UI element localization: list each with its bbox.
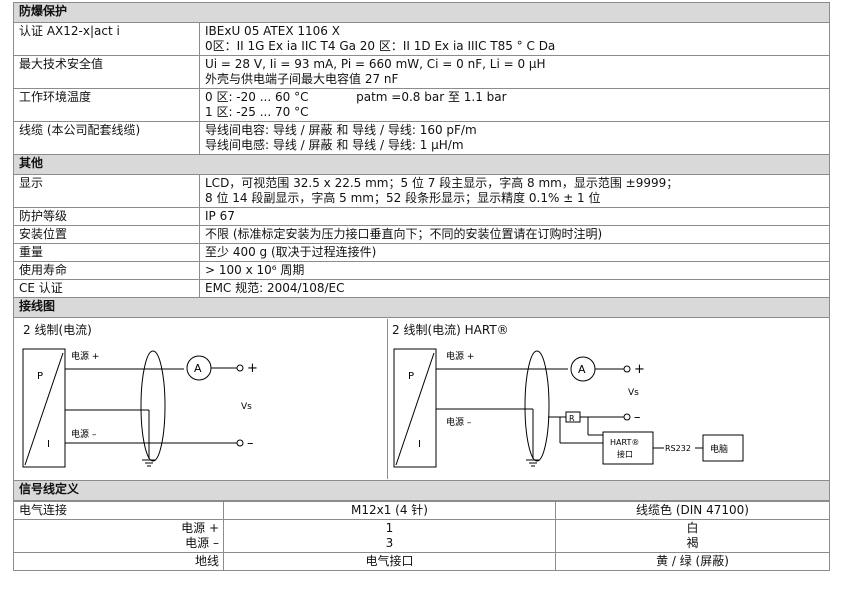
label-port: 接口 xyxy=(617,449,633,459)
ce-label: CE 认证 xyxy=(13,279,200,298)
label-vs: Vs xyxy=(241,402,252,412)
section-explosion: 防爆保护 xyxy=(13,2,830,23)
wiring-diagram-right: P I 电源 + 电源 – A + Vs R – HART® 接口 RS232 … xyxy=(393,348,744,468)
sig-row1-label-b: 电源 – xyxy=(185,536,219,550)
ip-value: IP 67 xyxy=(199,207,830,226)
diagram-left-title: 2 线制(电流) xyxy=(23,323,92,337)
diagram-2wire-hart: 2 线制(电流) HART® P I 电源 + 电源 – A + Vs R – … xyxy=(388,319,836,479)
section-signal: 信号线定义 xyxy=(13,480,830,501)
temp-patm: patm =0.8 bar 至 1.1 bar xyxy=(356,90,507,104)
label-pos-hart: 电源 + xyxy=(446,350,474,362)
temp-label: 工作环境温度 xyxy=(13,88,200,122)
display-label: 显示 xyxy=(13,174,200,208)
sig-row2-pin: 电气接口 xyxy=(223,552,556,571)
section-wiring: 接线图 xyxy=(13,297,830,318)
sig-row2-color: 黄 / 绿 (屏蔽) xyxy=(555,552,830,571)
sig-row1-pin-b: 3 xyxy=(385,536,394,550)
label-pos: 电源 + xyxy=(71,350,99,362)
label-minus: – xyxy=(247,436,254,451)
cert-label: 认证 AX12-x|act i xyxy=(13,22,200,56)
temp-line1: 0 区: -20 ... 60 °C xyxy=(205,90,309,104)
sig-row1-color-b: 褐 xyxy=(686,536,699,550)
cert-line1: IBExU 05 ATEX 1106 X xyxy=(205,24,340,38)
cert-line2: 0区：II 1G Ex ia IIC T4 Ga 20 区：II 1D Ex i… xyxy=(205,39,556,53)
label-a-hart: A xyxy=(578,363,586,376)
signal-table: 电气连接 M12x1 (4 针) 线缆色 (DIN 47100) 电源 + 电源 … xyxy=(13,501,830,571)
sig-row2-label: 地线 xyxy=(13,552,224,571)
ce-value: EMC 规范: 2004/108/EC xyxy=(199,279,830,298)
label-p: P xyxy=(37,371,43,382)
wiring-diagram-left: P I 电源 + 电源 – A + – Vs xyxy=(22,348,258,468)
label-a: A xyxy=(194,362,202,375)
spec-table: 防爆保护 认证 AX12-x|act i IBExU 05 ATEX 1106 … xyxy=(13,2,830,501)
label-vs-hart: Vs xyxy=(628,388,639,398)
sig-row1-label-a: 电源 + xyxy=(181,521,219,535)
hart-interface-box xyxy=(602,431,654,465)
temp-line2: 1 区: -25 ... 70 °C xyxy=(205,105,309,119)
weight-value: 至少 400 g (取决于过程连接件) xyxy=(199,243,830,262)
max-safety-label: 最大技术安全值 xyxy=(13,55,200,89)
display-line2: 8 位 14 段副显示，字高 5 mm；52 段条形显示；显示精度 0.1% ±… xyxy=(205,191,601,205)
label-neg-hart: 电源 – xyxy=(446,416,472,428)
life-label: 使用寿命 xyxy=(13,261,200,280)
max-safety-line1: Ui = 28 V, Ii = 93 mA, Pi = 660 mW, Ci =… xyxy=(205,57,546,71)
cable-line1: 导线间电容: 导线 / 屏蔽 和 导线 / 导线: 160 pF/m xyxy=(205,123,477,137)
datasheet-page: 防爆保护 认证 AX12-x|act i IBExU 05 ATEX 1106 … xyxy=(13,2,830,571)
label-r: R xyxy=(569,414,575,423)
label-pc: 电脑 xyxy=(710,443,728,455)
display-line1: LCD，可视范围 32.5 x 22.5 mm；5 位 7 段主显示，字高 8 … xyxy=(205,176,679,190)
label-neg: 电源 – xyxy=(71,428,97,440)
diagram-right-title: 2 线制(电流) HART® xyxy=(392,323,509,337)
mount-label: 安装位置 xyxy=(13,225,200,244)
sig-header-color: 线缆色 (DIN 47100) xyxy=(555,501,830,520)
cable-label: 线缆 (本公司配套线缆) xyxy=(13,121,200,155)
ip-label: 防护等级 xyxy=(13,207,200,226)
section-other: 其他 xyxy=(13,154,830,175)
sig-row1-pin-a: 1 xyxy=(385,521,394,535)
label-minus-hart: – xyxy=(634,410,641,425)
label-i: I xyxy=(47,439,50,450)
sig-header-conn: 电气连接 xyxy=(13,501,224,520)
max-safety-line2: 外壳与供电端子间最大电容值 27 nF xyxy=(205,72,399,86)
mount-value: 不限 (标准标定安装为压力接口垂直向下；不同的安装位置请在订购时注明) xyxy=(199,225,830,244)
label-rs232: RS232 xyxy=(665,444,691,453)
label-plus: + xyxy=(247,361,258,376)
diagram-2wire: 2 线制(电流) P I 电源 + 电源 – A + – Vs xyxy=(19,319,388,479)
life-value: > 100 x 10⁶ 周期 xyxy=(199,261,830,280)
label-i-hart: I xyxy=(418,439,421,450)
label-p-hart: P xyxy=(408,371,414,382)
label-plus-hart: + xyxy=(634,362,645,377)
sig-row1-color-a: 白 xyxy=(686,521,699,535)
cable-line2: 导线间电感: 导线 / 屏蔽 和 导线 / 导线: 1 µH/m xyxy=(205,138,464,152)
weight-label: 重量 xyxy=(13,243,200,262)
sig-header-m12: M12x1 (4 针) xyxy=(223,501,556,520)
label-hart: HART® xyxy=(610,438,639,447)
